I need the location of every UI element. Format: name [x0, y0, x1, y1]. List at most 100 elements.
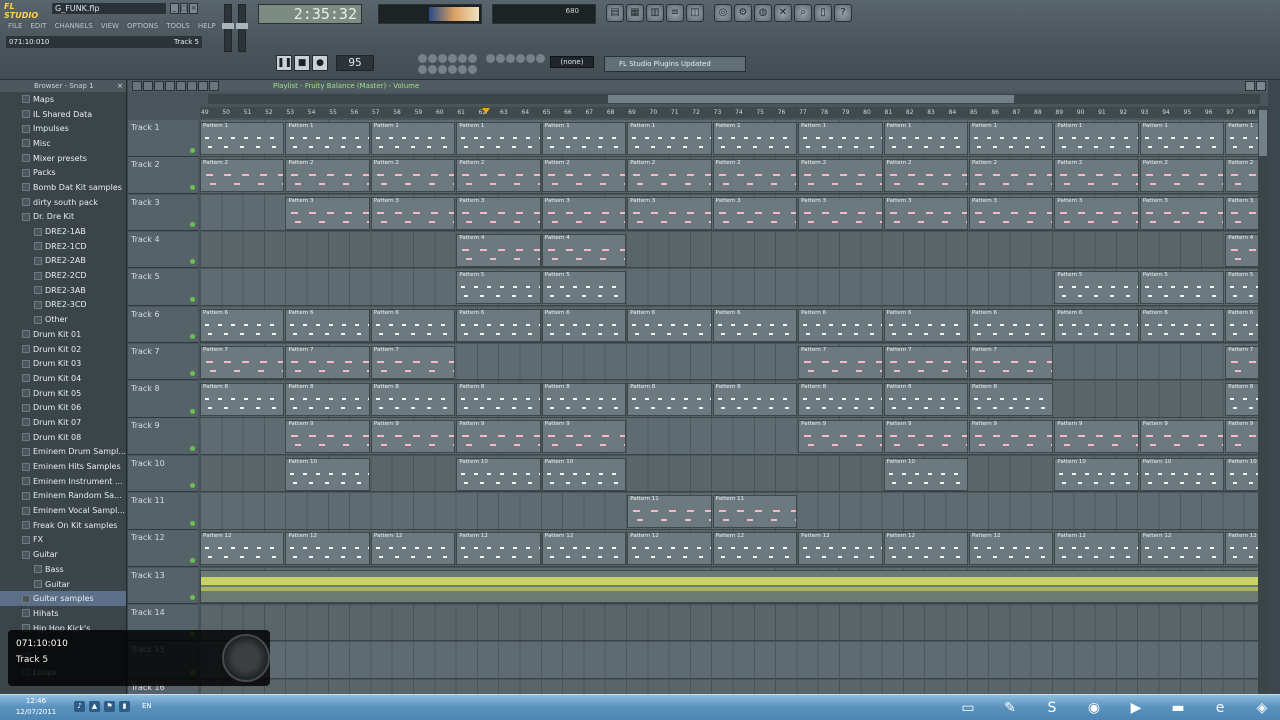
pattern-clip[interactable]: Pattern 8 — [627, 383, 712, 417]
close-icon[interactable]: × — [117, 80, 123, 92]
browser-item[interactable]: Drum Kit 03 — [0, 356, 126, 371]
pattern-clip[interactable]: Pattern 12 — [968, 532, 1054, 566]
pattern-clip[interactable]: Pattern 1 — [541, 122, 627, 155]
option-dot-icon[interactable] — [428, 64, 437, 74]
track-header[interactable]: Track 9 — [128, 418, 198, 455]
pattern-clip[interactable]: Pattern 8 — [541, 383, 627, 417]
track-lane[interactable]: Pattern 1 Pattern 1 Pattern 1 Pattern 1 Patt… — [200, 120, 1268, 157]
menu-edit[interactable]: EDIT — [28, 20, 49, 32]
option-dot-icon[interactable] — [448, 54, 457, 63]
pattern-clip[interactable]: Pattern 2 — [627, 159, 712, 193]
browser-item[interactable]: Hihats — [0, 606, 126, 621]
pause-button[interactable]: ❚❚ — [276, 55, 292, 71]
mute-tool-icon[interactable] — [165, 81, 175, 91]
close-button[interactable]: × — [189, 3, 199, 14]
pattern-clip[interactable]: Pattern 7 — [968, 345, 1054, 379]
master-volume-slider[interactable] — [222, 4, 234, 52]
pattern-clip[interactable]: Pattern 3 — [456, 196, 541, 230]
browser-item[interactable]: Bass — [0, 562, 126, 577]
fl-studio-icon[interactable]: ✎ — [992, 696, 1028, 720]
track-header[interactable]: Track 4 — [128, 231, 198, 269]
track-mute-led-icon[interactable] — [190, 408, 195, 414]
language-indicator[interactable]: EN — [142, 702, 152, 710]
pattern-clip[interactable]: Pattern 11 — [712, 495, 798, 528]
pattern-clip[interactable]: Pattern 1 — [798, 122, 883, 155]
pattern-clip[interactable]: Pattern 12 — [712, 532, 798, 566]
pattern-clip[interactable]: Pattern 9 — [798, 420, 883, 454]
track-lane[interactable] — [200, 567, 1268, 605]
search-icon[interactable]: ⌕ — [794, 4, 812, 22]
track-header[interactable]: Track 8 — [128, 381, 198, 418]
browser-item[interactable]: DRE2-2AB — [0, 254, 126, 269]
track-header[interactable]: Track 12 — [128, 530, 198, 567]
browser-item[interactable]: DRE2-1CD — [0, 239, 126, 254]
pattern-clip[interactable]: Pattern 8 — [285, 383, 370, 417]
pattern-clip[interactable]: Pattern 6 — [541, 308, 627, 342]
track-mute-led-icon[interactable] — [190, 371, 195, 377]
browser-item[interactable]: Drum Kit 01 — [0, 327, 126, 342]
pattern-clip[interactable]: Pattern 2 — [968, 159, 1054, 193]
media-player-icon[interactable]: ▶ — [1118, 696, 1154, 720]
battery-icon[interactable]: ▮ — [119, 701, 130, 712]
pattern-clip[interactable]: Pattern 1 — [968, 122, 1054, 155]
pattern-clip[interactable]: Pattern 7 — [883, 345, 968, 379]
track-lane[interactable] — [200, 642, 1268, 679]
option-dot-icon[interactable] — [496, 54, 505, 63]
pattern-clip[interactable]: Pattern 10 — [1139, 457, 1225, 491]
browser-item[interactable]: IL Shared Data — [0, 107, 126, 122]
maximize-button[interactable]: □ — [179, 3, 189, 14]
pattern-clip[interactable]: Pattern 6 — [285, 308, 370, 342]
pattern-clip[interactable]: Pattern 6 — [200, 308, 285, 342]
option-dot-icon[interactable] — [468, 54, 477, 63]
track-header[interactable]: Track 2 — [128, 157, 198, 194]
master-pitch-slider[interactable] — [236, 4, 248, 52]
song-position-marker[interactable] — [482, 108, 490, 114]
browser-item[interactable]: Eminem Random Sa... — [0, 489, 126, 504]
pattern-clip[interactable]: Pattern 1 — [285, 122, 370, 155]
browser-item[interactable]: Drum Kit 07 — [0, 415, 126, 430]
browser-item[interactable]: Packs — [0, 165, 126, 180]
pattern-clip[interactable]: Pattern 2 — [1139, 159, 1225, 193]
track-header[interactable]: Track 7 — [128, 343, 198, 381]
track-header[interactable]: Track 5 — [128, 269, 198, 306]
pattern-clip[interactable]: Pattern 10 — [883, 457, 968, 491]
menu-file[interactable]: FILE — [6, 20, 25, 32]
pattern-clip[interactable]: Pattern 3 — [968, 196, 1054, 230]
browser-item[interactable]: Drum Kit 02 — [0, 342, 126, 357]
track-lane[interactable]: Pattern 4 Pattern 4 Pattern 4 — [200, 231, 1268, 269]
browser-item[interactable]: Drum Kit 05 — [0, 386, 126, 401]
track-lane[interactable]: Pattern 12 Pattern 12 Pattern 12 Pattern 12… — [200, 530, 1268, 567]
pattern-clip[interactable]: Pattern 3 — [285, 196, 370, 230]
tempo-display[interactable]: 95 — [336, 55, 374, 71]
tools-icon[interactable]: ✕ — [774, 4, 792, 22]
pattern-clip[interactable]: Pattern 8 — [200, 383, 285, 417]
pattern-clip[interactable]: Pattern 1 — [627, 122, 712, 155]
pattern-clip[interactable]: Pattern 3 — [541, 196, 627, 230]
minimize-button[interactable]: _ — [170, 3, 179, 14]
pattern-clip[interactable]: Pattern 2 — [1054, 159, 1139, 193]
track-lane[interactable]: Pattern 7 Pattern 7 Pattern 7 Pattern 7 Patt… — [200, 343, 1268, 381]
horizontal-scrollbar[interactable] — [208, 94, 1260, 104]
news-ticker[interactable]: FL Studio Plugins Updated — [604, 56, 746, 72]
option-dot-icon[interactable] — [526, 54, 535, 63]
track-mute-led-icon[interactable] — [190, 557, 195, 563]
pattern-clip[interactable]: Pattern 7 — [798, 345, 883, 379]
pattern-clip[interactable]: Pattern 6 — [627, 308, 712, 342]
track-mute-led-icon[interactable] — [190, 222, 195, 228]
browser-item[interactable]: Guitar — [0, 577, 126, 592]
internet-explorer-icon[interactable]: e — [1202, 696, 1238, 720]
browser-item[interactable]: DRE2-3AB — [0, 283, 126, 298]
pattern-clip[interactable]: Pattern 2 — [200, 159, 285, 193]
pattern-clip[interactable]: Pattern 2 — [541, 159, 627, 193]
browser-item[interactable]: Drum Kit 06 — [0, 400, 126, 415]
pattern-clip[interactable]: Pattern 12 — [370, 532, 456, 566]
browser-item[interactable]: Dr. Dre Kit — [0, 210, 126, 225]
track-lane[interactable]: Pattern 6 Pattern 6 Pattern 6 Pattern 6 Patt… — [200, 306, 1268, 343]
pattern-clip[interactable]: Pattern 12 — [1054, 532, 1139, 566]
pattern-clip[interactable]: Pattern 6 — [1054, 308, 1139, 342]
step-sequencer-icon[interactable]: ▦ — [626, 4, 644, 22]
pattern-clip[interactable]: Pattern 6 — [883, 308, 968, 342]
mixer-icon[interactable]: ≡ — [666, 4, 684, 22]
browser-icon[interactable]: ◫ — [686, 4, 704, 22]
file-icon[interactable]: ▯ — [814, 4, 832, 22]
